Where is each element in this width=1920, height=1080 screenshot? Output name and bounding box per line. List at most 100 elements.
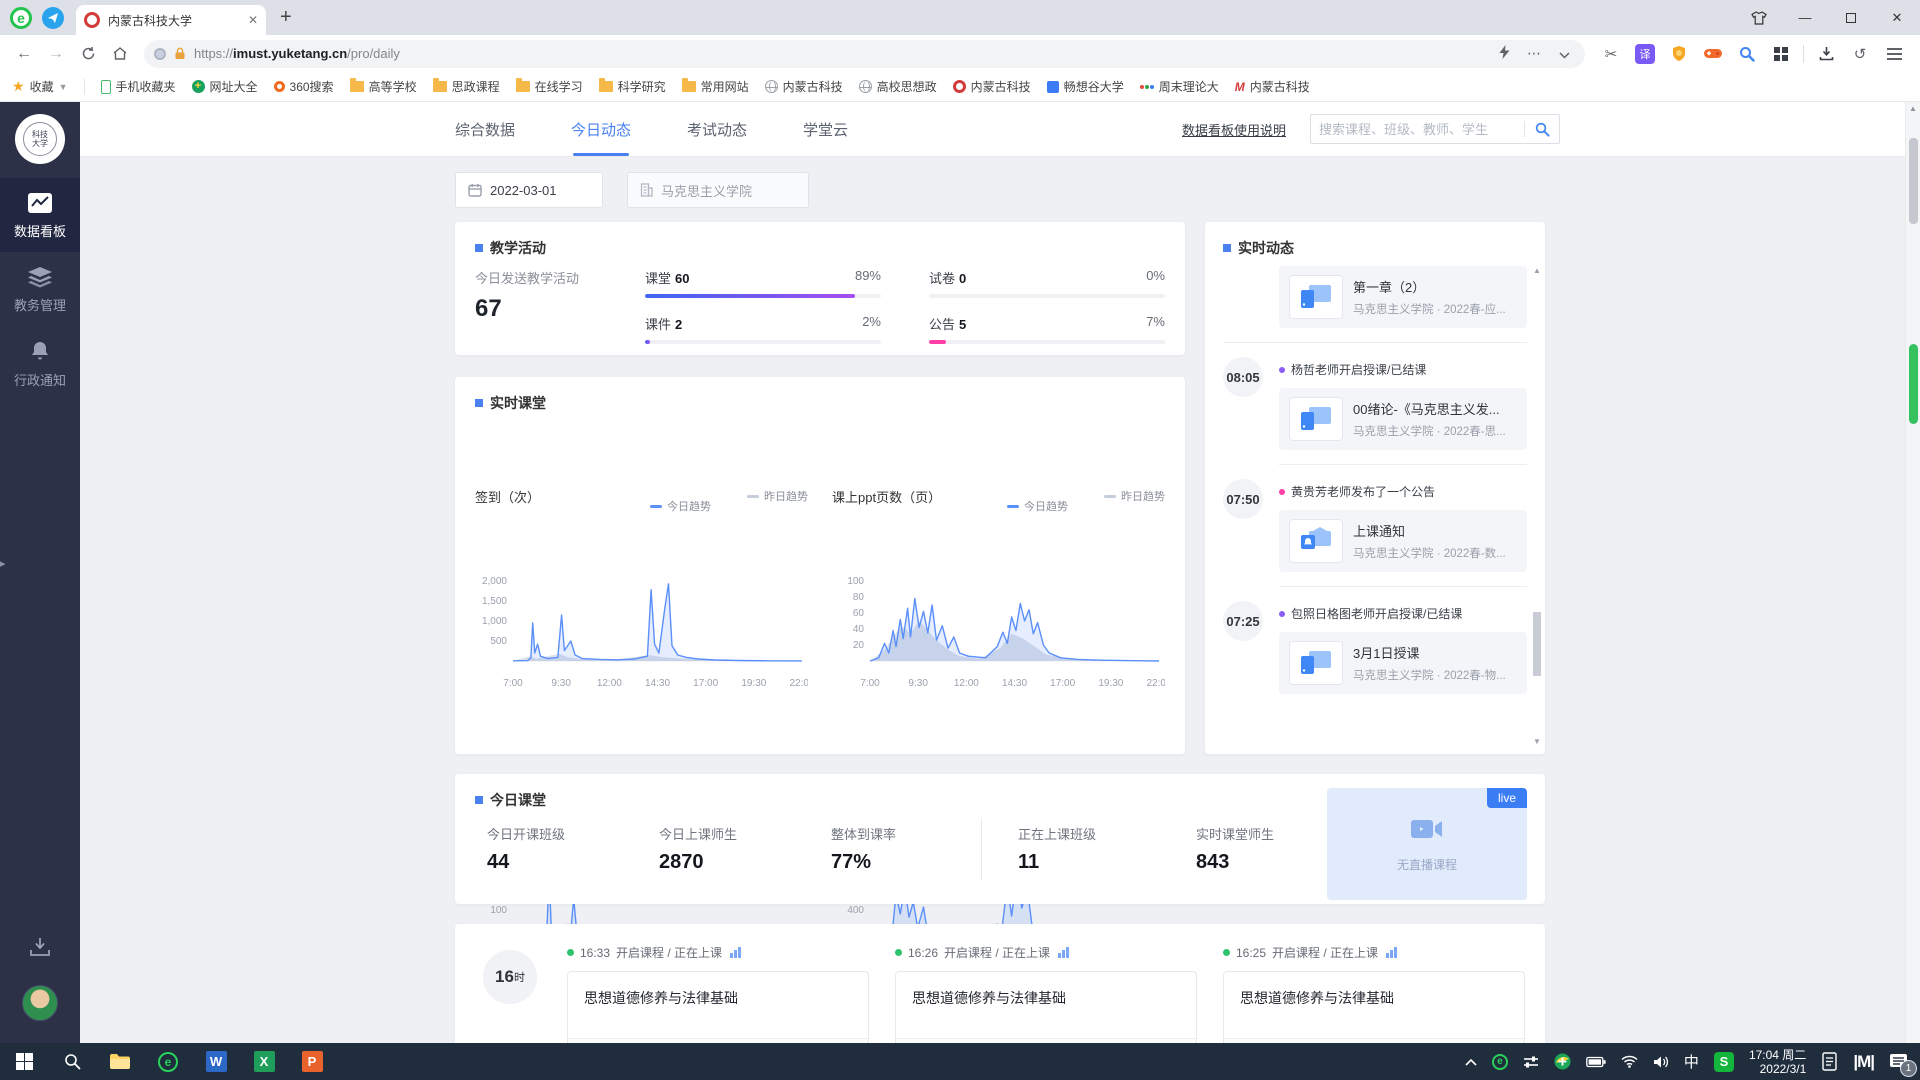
battery-icon[interactable] [1586, 1056, 1606, 1068]
course-card[interactable]: 思想道德修养与法律基础 [567, 971, 869, 1043]
new-tab-button[interactable]: + [280, 6, 292, 29]
forward-button[interactable]: → [42, 40, 70, 68]
scroll-up-arrow[interactable]: ▲ [1532, 266, 1542, 275]
tab-overview[interactable]: 综合数据 [455, 102, 515, 156]
window-maximize-button[interactable] [1828, 0, 1874, 35]
live-stream-panel[interactable]: live 无直播课程 [1327, 788, 1527, 900]
search-input[interactable] [1311, 121, 1524, 137]
home-button[interactable] [106, 40, 134, 68]
wifi-icon[interactable] [1621, 1055, 1638, 1068]
taskbar-clock[interactable]: 17:04 周二 2022/3/1 [1749, 1048, 1806, 1076]
bookmarks-favorites[interactable]: ★ 收藏 ▼ [12, 78, 68, 95]
date-picker[interactable]: 2022-03-01 [455, 172, 603, 208]
search-button[interactable] [1525, 122, 1559, 137]
bookmark-folder[interactable]: 科学研究 [598, 78, 666, 95]
site-info-icon[interactable] [154, 47, 166, 60]
skin-icon[interactable] [1736, 0, 1782, 35]
menu-icon[interactable] [1882, 42, 1906, 66]
volume-icon[interactable] [1653, 1055, 1669, 1069]
scroll-down-arrow[interactable]: ▼ [1532, 737, 1542, 746]
more-tools-icon[interactable]: ⋯ [1523, 45, 1545, 62]
scissors-extension-icon[interactable]: ✂ [1599, 42, 1623, 66]
feed-time: 07:25 [1223, 601, 1263, 641]
translate-extension-icon[interactable]: 译 [1633, 42, 1657, 66]
powerpoint-button[interactable]: P [288, 1043, 336, 1080]
dashboard-help-link[interactable]: 数据看板使用说明 [1182, 120, 1286, 139]
downloads-icon[interactable] [1814, 42, 1838, 66]
reading-mode-icon[interactable] [1493, 45, 1515, 62]
legend-yesterday: 昨日趋势 [1104, 488, 1165, 504]
bookmark-item[interactable]: 手机收藏夹 [100, 78, 176, 95]
tab-xuetangyun[interactable]: 学堂云 [803, 102, 848, 156]
file-explorer-button[interactable] [96, 1043, 144, 1080]
sidebar-item-dashboard[interactable]: 数据看板 [0, 178, 80, 252]
bookmark-item[interactable]: 360搜索 [273, 78, 334, 95]
feed-item-card[interactable]: 第一章（2） 马克思主义学院 · 2022春-应... [1279, 266, 1527, 328]
user-avatar[interactable] [22, 985, 58, 1021]
bookmark-folder[interactable]: 思政课程 [432, 78, 500, 95]
tab-close-icon[interactable]: ✕ [248, 13, 258, 27]
apps-grid-icon[interactable] [1769, 42, 1793, 66]
sidebar-item-academic[interactable]: 教务管理 [0, 252, 80, 326]
bookmark-folder[interactable]: 常用网站 [681, 78, 749, 95]
folder-icon [110, 1054, 130, 1069]
bookmark-item[interactable]: 畅想谷大学 [1046, 78, 1124, 95]
taskbar-search-button[interactable] [48, 1043, 96, 1080]
sidebar-item-notice[interactable]: 行政通知 [0, 326, 80, 401]
bookmark-item[interactable]: 高校思想政 [858, 78, 937, 95]
url-bar[interactable]: https://imust.yuketang.cn/pro/daily ⋯ [144, 39, 1585, 68]
browser-360-button[interactable]: e [144, 1043, 192, 1080]
scroll-up-arrow[interactable]: ▲ [1906, 104, 1920, 113]
bookmark-item[interactable]: 内蒙古科技 [952, 78, 1031, 95]
feed-item-card[interactable]: 00绪论-《马克思主义发... 马克思主义学院 · 2022春-思... [1279, 388, 1527, 450]
mathtype-icon[interactable]: |M| [1853, 1052, 1875, 1072]
bookmark-item[interactable]: 周末理论大 [1139, 78, 1219, 95]
download-tray-icon[interactable] [29, 937, 51, 957]
feed-item-card[interactable]: 上课通知 马克思主义学院 · 2022春-数... [1279, 510, 1527, 572]
dropdown-chevron-icon[interactable] [1553, 46, 1575, 62]
excel-button[interactable]: X [240, 1043, 288, 1080]
browser-tab[interactable]: 内蒙古科技大学 ✕ [76, 5, 266, 35]
bookmark-item[interactable]: 内蒙古科技 [764, 78, 843, 95]
schedule-column: 16:33 开启课程 / 正在上课 思想道德修养与法律基础 [567, 944, 869, 1043]
tray-expand-icon[interactable] [1465, 1058, 1477, 1066]
window-close-button[interactable]: ✕ [1874, 0, 1920, 35]
scroll-thumb[interactable] [1909, 138, 1918, 224]
scroll-thumb[interactable] [1533, 611, 1541, 676]
page-scrollbar[interactable]: ▲ [1905, 102, 1920, 1043]
start-button[interactable] [0, 1043, 48, 1080]
word-button[interactable]: W [192, 1043, 240, 1080]
tray-360-icon[interactable]: e [1491, 1053, 1508, 1070]
notes-icon[interactable] [1821, 1052, 1838, 1071]
browser-360-logo-icon[interactable]: e [10, 6, 32, 29]
window-minimize-button[interactable]: — [1782, 0, 1828, 35]
course-card[interactable]: 思想道德修养与法律基础 [895, 971, 1197, 1043]
back-button[interactable]: ← [10, 40, 38, 68]
undo-icon[interactable]: ↺ [1848, 42, 1872, 66]
feed-item-card[interactable]: 3月1日授课 马克思主义学院 · 2022春-物... [1279, 632, 1527, 694]
tab-today[interactable]: 今日动态 [571, 102, 631, 156]
feed-scrollbar[interactable]: ▲ ▼ [1532, 266, 1542, 746]
sogou-icon[interactable]: S [1713, 1051, 1734, 1072]
search-extension-icon[interactable] [1735, 42, 1759, 66]
bookmark-folder[interactable]: 高等学校 [349, 78, 417, 95]
sidebar-collapse-handle[interactable]: ▸ [0, 557, 6, 570]
paper-plane-icon[interactable] [42, 6, 64, 29]
bookmark-item[interactable]: + 网址大全 [191, 78, 258, 95]
course-card[interactable]: 思想道德修养与法律基础 [1223, 971, 1525, 1043]
notification-center-icon[interactable]: 1 [1889, 1053, 1917, 1077]
m-logo-icon: M [1234, 79, 1245, 94]
tray-sliders-icon[interactable] [1523, 1055, 1539, 1069]
shield-extension-icon[interactable] [1667, 42, 1691, 66]
school-logo[interactable]: 科技 大学 [15, 114, 65, 164]
ime-indicator[interactable]: 中 [1684, 1051, 1699, 1072]
tab-exam[interactable]: 考试动态 [687, 102, 747, 156]
college-selector[interactable]: 马克思主义学院 [627, 172, 809, 208]
bookmark-folder[interactable]: 在线学习 [515, 78, 583, 95]
calendar-icon [468, 184, 482, 197]
bookmark-item[interactable]: M 内蒙古科技 [1235, 78, 1310, 95]
gamepad-extension-icon[interactable] [1701, 42, 1725, 66]
reload-button[interactable] [74, 40, 102, 68]
tray-360-safety-icon[interactable] [1554, 1053, 1571, 1070]
scroll-green-indicator[interactable] [1909, 344, 1918, 424]
